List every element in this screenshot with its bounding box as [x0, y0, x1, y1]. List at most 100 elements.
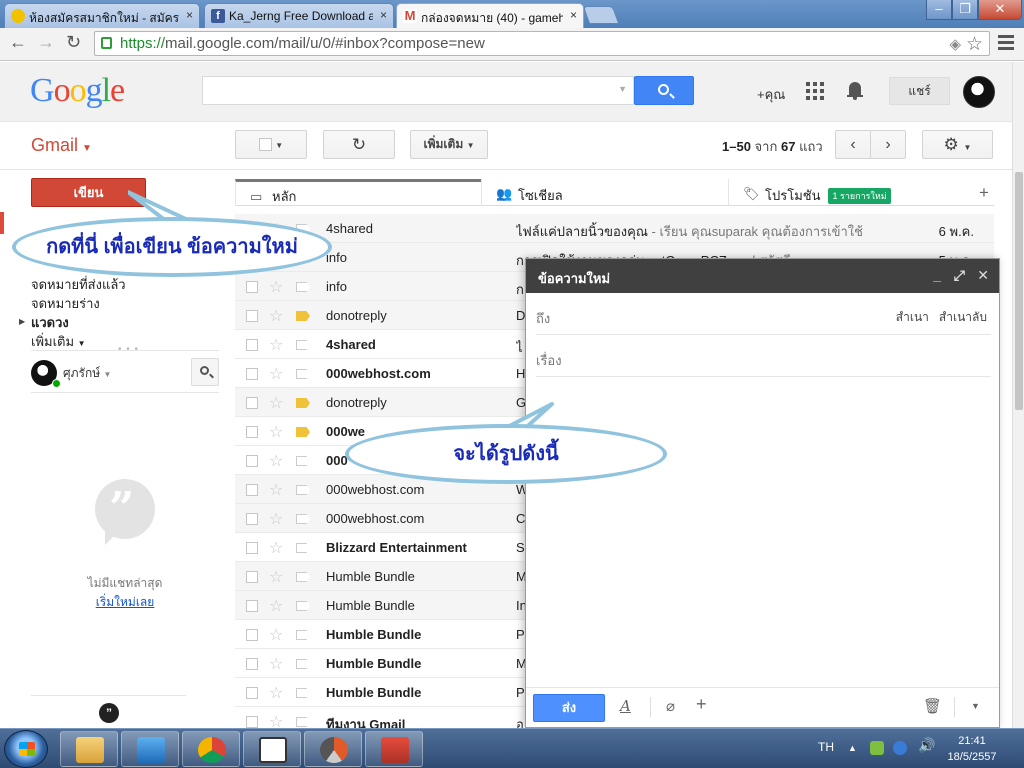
importance-marker-icon[interactable] [296, 543, 310, 553]
chrome-menu-icon[interactable] [998, 35, 1014, 53]
taskbar-chrome[interactable] [182, 731, 240, 767]
send-button[interactable]: ส่ง [533, 694, 605, 722]
importance-marker-icon[interactable] [296, 630, 310, 640]
insert-plus-icon[interactable]: + [696, 694, 707, 715]
star-icon[interactable]: ☆ [269, 393, 283, 413]
trash-icon[interactable]: 🗑 [923, 697, 942, 715]
taskbar-explorer[interactable] [60, 731, 118, 767]
row-checkbox[interactable] [246, 629, 258, 641]
star-icon[interactable]: ☆ [269, 451, 283, 471]
nav-drafts[interactable]: จดหมายร่าง [31, 293, 100, 314]
start-new-chat-link[interactable]: เริ่มใหม่เลย [31, 593, 219, 612]
tab-primary[interactable]: ▭ หลัก [235, 179, 481, 206]
nav-more[interactable]: เพิ่มเติม ▼ [31, 331, 86, 352]
notifications-bell-icon[interactable] [847, 82, 863, 100]
browser-tab-1[interactable]: ห้องสมัครสมาชิกใหม่ - สมัครส × [4, 3, 200, 28]
to-field[interactable]: ถึง สำเนา สำเนาลับ [536, 295, 991, 335]
row-checkbox[interactable] [246, 513, 258, 525]
account-avatar[interactable] [963, 76, 995, 108]
row-checkbox[interactable] [246, 455, 258, 467]
row-checkbox[interactable] [246, 542, 258, 554]
tray-app-icon[interactable] [870, 741, 884, 755]
reload-icon[interactable]: ↻ [66, 32, 81, 53]
cc-link[interactable]: สำเนา [896, 310, 929, 324]
tray-expand-icon[interactable]: ▲ [848, 743, 857, 753]
formatting-options-icon[interactable]: A [620, 697, 631, 715]
row-checkbox[interactable] [246, 687, 258, 699]
plus-you-link[interactable]: +คุณ [757, 84, 785, 105]
importance-marker-icon[interactable] [296, 282, 310, 292]
nav-circles[interactable]: แวดวง [31, 312, 69, 333]
add-tab-icon[interactable]: + [979, 183, 989, 203]
importance-marker-icon[interactable] [296, 659, 310, 669]
bookmark-star-icon[interactable]: ☆ [966, 33, 983, 56]
row-checkbox[interactable] [246, 281, 258, 293]
row-checkbox[interactable] [246, 397, 258, 409]
forward-arrow-icon[interactable]: → [37, 32, 55, 53]
expand-arrow-icon[interactable]: ▶ [19, 317, 25, 326]
browser-tab-3[interactable]: M กล่องจดหมาย (40) - gamehi × [396, 3, 584, 28]
star-icon[interactable]: ☆ [269, 683, 283, 703]
close-icon[interactable]: × [186, 8, 193, 22]
language-indicator[interactable]: TH [818, 740, 834, 754]
minimize-icon[interactable]: _ [933, 267, 941, 283]
importance-marker-icon[interactable] [296, 601, 310, 611]
row-checkbox[interactable] [246, 658, 258, 670]
more-actions-button[interactable]: เพิ่มเติม ▼ [410, 130, 488, 159]
row-checkbox[interactable] [246, 426, 258, 438]
attach-paperclip-icon[interactable]: ⌀ [666, 697, 675, 715]
importance-marker-icon[interactable] [296, 311, 310, 321]
hangouts-icon[interactable]: ” [99, 703, 119, 723]
row-checkbox[interactable] [246, 310, 258, 322]
row-checkbox[interactable] [246, 339, 258, 351]
network-icon[interactable] [893, 741, 907, 755]
window-close-button[interactable]: ✕ [978, 0, 1022, 20]
importance-marker-icon[interactable] [296, 398, 310, 408]
star-icon[interactable]: ☆ [269, 277, 283, 297]
importance-marker-icon[interactable] [296, 427, 310, 437]
row-checkbox[interactable] [246, 368, 258, 380]
expand-icon[interactable]: ⤢ [954, 267, 965, 284]
close-icon[interactable]: × [570, 8, 577, 22]
search-button[interactable] [634, 76, 694, 105]
gmail-switcher[interactable]: Gmail ▼ [31, 135, 92, 156]
volume-icon[interactable]: 🔊 [918, 737, 935, 754]
back-arrow-icon[interactable]: ← [9, 32, 27, 53]
star-icon[interactable]: ☆ [269, 422, 283, 442]
star-icon[interactable]: ☆ [269, 596, 283, 616]
tab-promotions[interactable]: 🏷 โปรโมชัน 1 รายการใหม่ [728, 179, 974, 206]
star-icon[interactable]: ☆ [269, 538, 283, 558]
taskbar-media-player[interactable] [121, 731, 179, 767]
star-icon[interactable]: ☆ [269, 306, 283, 326]
close-icon[interactable]: ✕ [977, 267, 989, 284]
system-clock[interactable]: 21:41 18/5/2557 [942, 733, 1002, 765]
row-checkbox[interactable] [246, 484, 258, 496]
importance-marker-icon[interactable] [296, 514, 310, 524]
star-icon[interactable]: ☆ [269, 364, 283, 384]
message-row[interactable]: ☆4sharedไฟล์แค่ปลายนิ้วของคุณ - เรียน คุ… [235, 214, 994, 243]
star-icon[interactable]: ☆ [269, 480, 283, 500]
importance-marker-icon[interactable] [296, 340, 310, 350]
importance-marker-icon[interactable] [296, 572, 310, 582]
google-logo[interactable]: Google [30, 72, 125, 110]
settings-button[interactable]: ⚙ ▼ [922, 130, 993, 159]
browser-tab-2[interactable]: f Ka_Jerng Free Download a × [204, 3, 394, 28]
select-checkbox-button[interactable]: ▼ [235, 130, 307, 159]
share-button[interactable]: แชร์ [889, 77, 950, 105]
star-icon[interactable]: ☆ [269, 509, 283, 529]
star-icon[interactable]: ☆ [269, 335, 283, 355]
importance-marker-icon[interactable] [296, 688, 310, 698]
importance-marker-icon[interactable] [296, 485, 310, 495]
extension-icon[interactable]: ◈ [949, 35, 961, 53]
message-body[interactable] [536, 379, 991, 679]
new-tab-button[interactable] [582, 6, 620, 24]
importance-marker-icon[interactable] [296, 456, 310, 466]
close-icon[interactable]: × [380, 8, 387, 22]
chat-search-button[interactable] [191, 358, 219, 386]
compose-header[interactable]: ข้อความใหม่ _ ⤢ ✕ [526, 259, 999, 293]
star-icon[interactable]: ☆ [269, 654, 283, 674]
star-icon[interactable]: ☆ [269, 625, 283, 645]
apps-grid-icon[interactable] [806, 82, 824, 100]
taskbar-notes[interactable] [365, 731, 423, 767]
subject-field[interactable]: เรื่อง [536, 337, 991, 377]
